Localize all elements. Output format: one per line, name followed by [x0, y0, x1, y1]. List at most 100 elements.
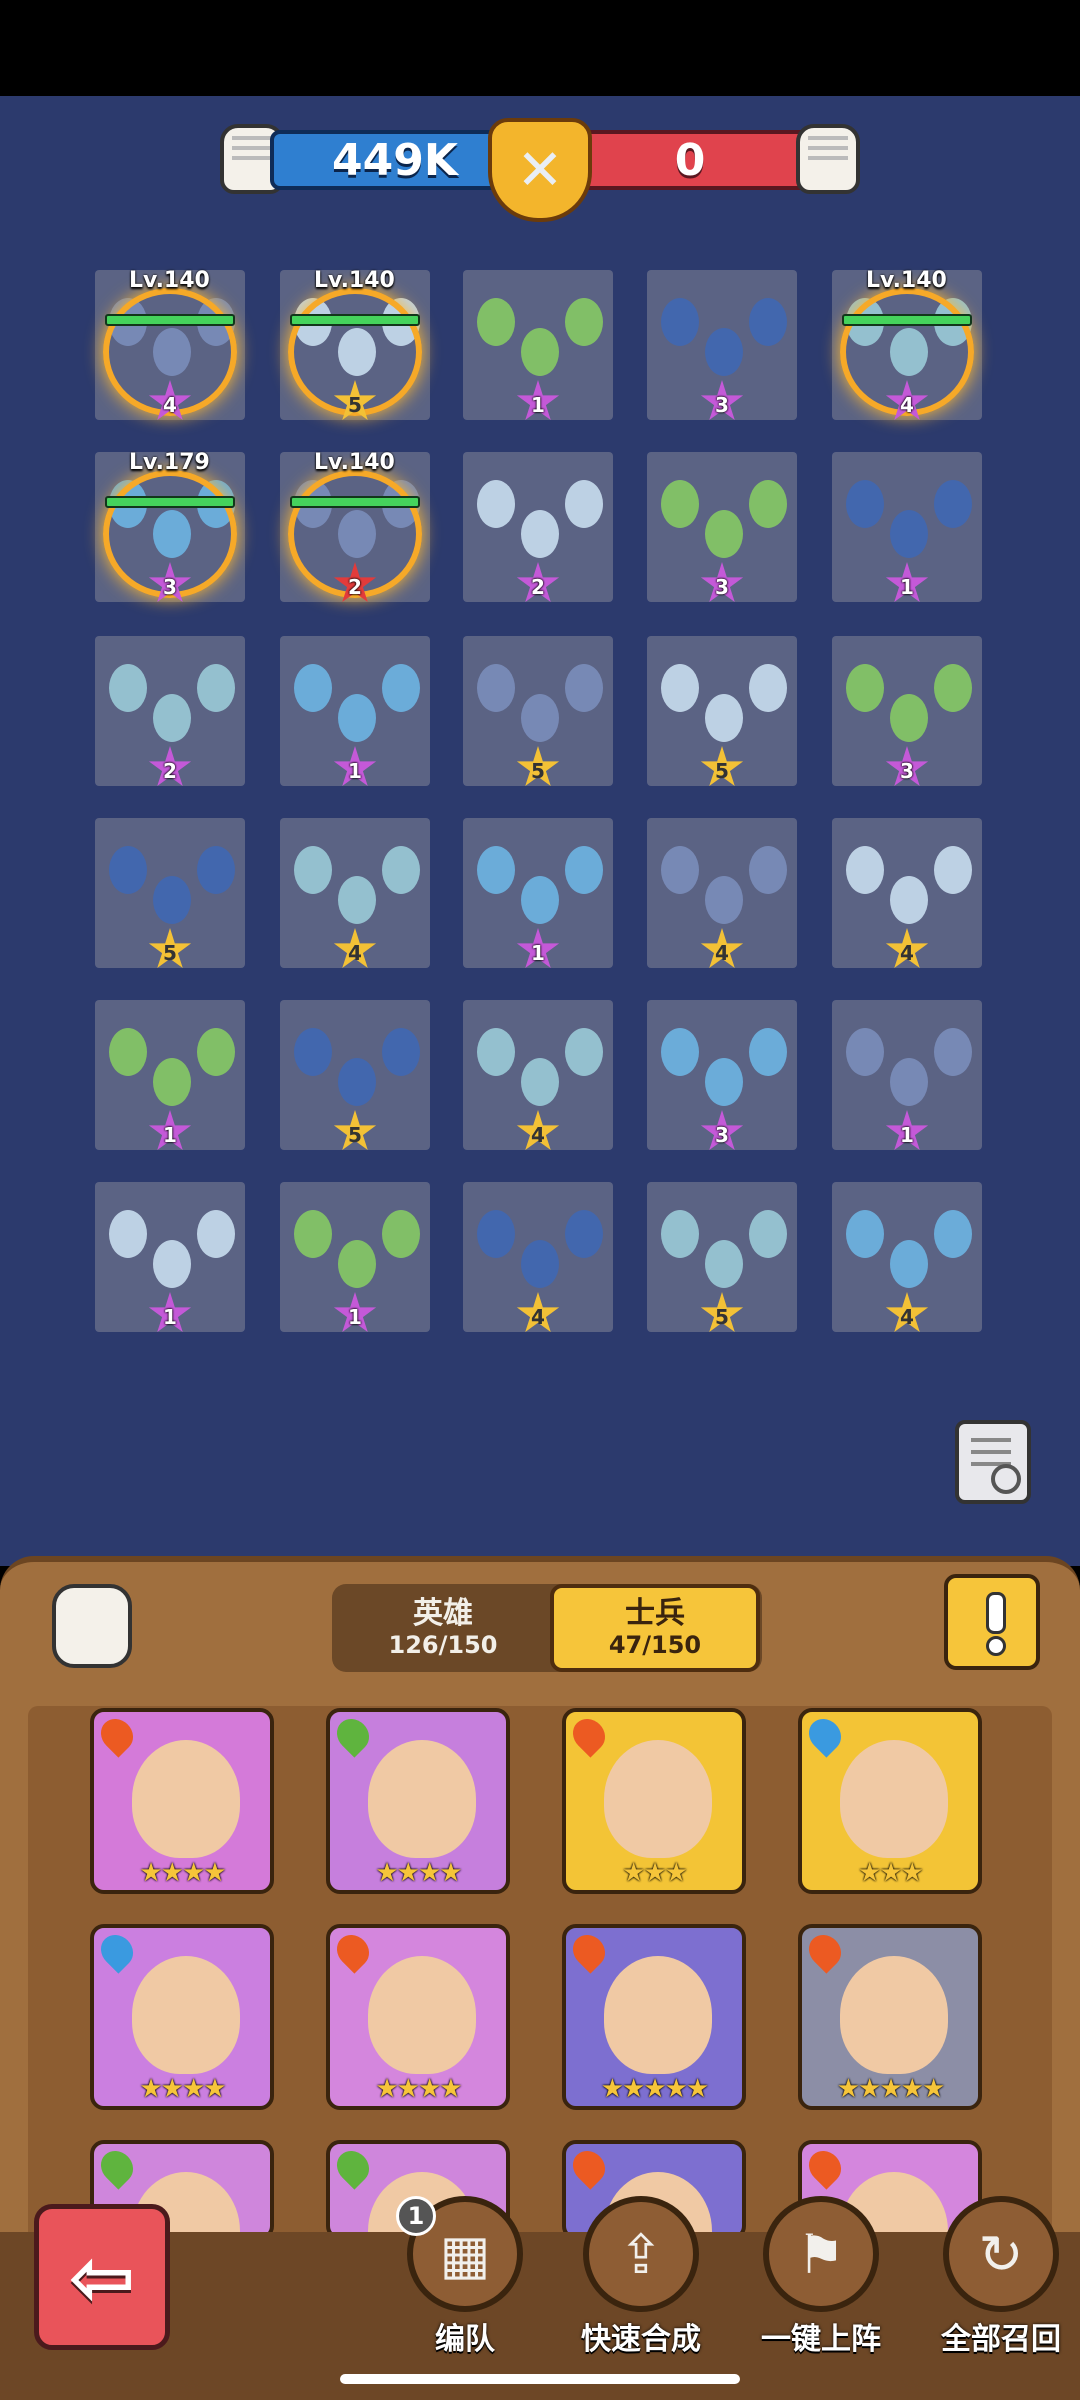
unit-figure [294, 1210, 332, 1258]
recall-all-label: 全部召回 [941, 2322, 1061, 2357]
hero-card[interactable]: ★★★★ [90, 1708, 274, 1894]
unit-figure [382, 1028, 420, 1076]
hero-card[interactable]: ★★★★ [326, 1924, 510, 2110]
leaf-element-icon [94, 2144, 140, 2190]
star-rank-value: 3 [715, 1123, 729, 1147]
hero-star-rating: ★★★★★ [600, 2074, 710, 2104]
quick-merge-button[interactable]: ⇪ 快速合成 [566, 2196, 716, 2357]
battle-report-button[interactable] [955, 1420, 1031, 1504]
star-rank-icon: 1 [148, 1292, 192, 1336]
hero-portrait [132, 1956, 240, 2074]
star-rank-value: 2 [348, 575, 362, 599]
star-rank-value: 5 [715, 1305, 729, 1329]
unit-figure [890, 1058, 928, 1106]
unit-figure [382, 664, 420, 712]
unit-figure [661, 846, 699, 894]
fire-element-icon [566, 1712, 612, 1758]
tab-heroes-label: 英雄 [413, 1596, 473, 1631]
star-rank-icon: 2 [333, 562, 377, 606]
star-rank-value: 2 [163, 759, 177, 783]
unit-figure [749, 846, 787, 894]
fire-element-icon [802, 2144, 848, 2190]
star-rank-value: 4 [163, 393, 177, 417]
star-rank-icon: 4 [516, 1110, 560, 1154]
hero-card[interactable]: ★★★ [798, 1708, 982, 1894]
hero-portrait [840, 1740, 948, 1858]
star-rank-value: 5 [348, 1123, 362, 1147]
unit-figure [565, 480, 603, 528]
fire-element-icon [94, 1712, 140, 1758]
back-button[interactable]: ⇦ [34, 2204, 170, 2350]
star-rank-value: 4 [531, 1123, 545, 1147]
unit-figure [477, 298, 515, 346]
hero-health-bar [290, 496, 420, 508]
star-rank-value: 4 [531, 1305, 545, 1329]
star-rank-value: 2 [531, 575, 545, 599]
hero-card[interactable]: ★★★ [562, 1708, 746, 1894]
recall-all-button[interactable]: ↻ 全部召回 [926, 2196, 1076, 2357]
star-rank-icon: 1 [885, 562, 929, 606]
deploy-all-label: 一键上阵 [761, 2322, 881, 2357]
star-rank-value: 3 [163, 575, 177, 599]
unit-figure [934, 1028, 972, 1076]
unit-figure [109, 1210, 147, 1258]
star-rank-icon: 4 [885, 928, 929, 972]
fire-element-icon [802, 1928, 848, 1974]
hero-health-bar [842, 314, 972, 326]
star-rank-value: 3 [715, 393, 729, 417]
unit-figure [565, 1028, 603, 1076]
star-rank-icon: 3 [700, 562, 744, 606]
unit-figure [477, 846, 515, 894]
star-rank-icon: 3 [700, 1110, 744, 1154]
tab-heroes-count: 126/150 [388, 1631, 498, 1659]
star-rank-value: 1 [348, 1305, 362, 1329]
deploy-all-button[interactable]: ⚑ 一键上阵 [746, 2196, 896, 2357]
hero-star-rating: ★★★★ [139, 1858, 226, 1888]
star-rank-value: 1 [163, 1123, 177, 1147]
hero-portrait [132, 1740, 240, 1858]
water-element-icon [802, 1712, 848, 1758]
status-bar-area [0, 0, 1080, 96]
hero-card[interactable]: ★★★★★ [562, 1924, 746, 2110]
formation-badge: 1 [396, 2196, 436, 2236]
power-fist-icon[interactable] [52, 1584, 132, 1668]
star-rank-icon: 3 [700, 380, 744, 424]
unit-figure [521, 328, 559, 376]
unit-figure [934, 480, 972, 528]
hero-card[interactable]: ★★★★ [90, 1924, 274, 2110]
star-rank-icon: 3 [885, 746, 929, 790]
star-rank-icon: 5 [148, 928, 192, 972]
star-rank-value: 4 [348, 941, 362, 965]
star-rank-icon: 1 [333, 746, 377, 790]
unit-figure [382, 846, 420, 894]
unit-figure [705, 328, 743, 376]
home-indicator [340, 2374, 740, 2384]
unit-figure [565, 846, 603, 894]
hero-level-label: Lv.140 [314, 450, 395, 475]
star-rank-icon: 4 [333, 928, 377, 972]
fire-element-icon [330, 1928, 376, 1974]
hero-card[interactable]: ★★★★ [326, 1708, 510, 1894]
star-rank-icon: 5 [333, 1110, 377, 1154]
star-rank-value: 1 [163, 1305, 177, 1329]
star-rank-value: 4 [900, 1305, 914, 1329]
hero-portrait [368, 1956, 476, 2074]
fire-element-icon [566, 2144, 612, 2190]
unit-figure [197, 1210, 235, 1258]
star-rank-value: 1 [531, 393, 545, 417]
unit-figure [705, 694, 743, 742]
info-button[interactable] [944, 1574, 1040, 1670]
hero-health-bar [105, 496, 235, 508]
unit-figure [153, 1058, 191, 1106]
star-rank-icon: 5 [516, 746, 560, 790]
flag-icon: ⚑ [763, 2196, 879, 2312]
hero-star-rating: ★★★ [858, 1858, 924, 1888]
star-rank-icon: 1 [148, 1110, 192, 1154]
tab-heroes[interactable]: 英雄 126/150 [338, 1584, 548, 1672]
hero-star-rating: ★★★★ [375, 1858, 462, 1888]
tab-soldiers[interactable]: 士兵 47/150 [550, 1584, 760, 1672]
unit-figure [846, 1210, 884, 1258]
unit-figure [338, 1240, 376, 1288]
hero-card[interactable]: ★★★★★ [798, 1924, 982, 2110]
star-rank-icon: 5 [700, 746, 744, 790]
